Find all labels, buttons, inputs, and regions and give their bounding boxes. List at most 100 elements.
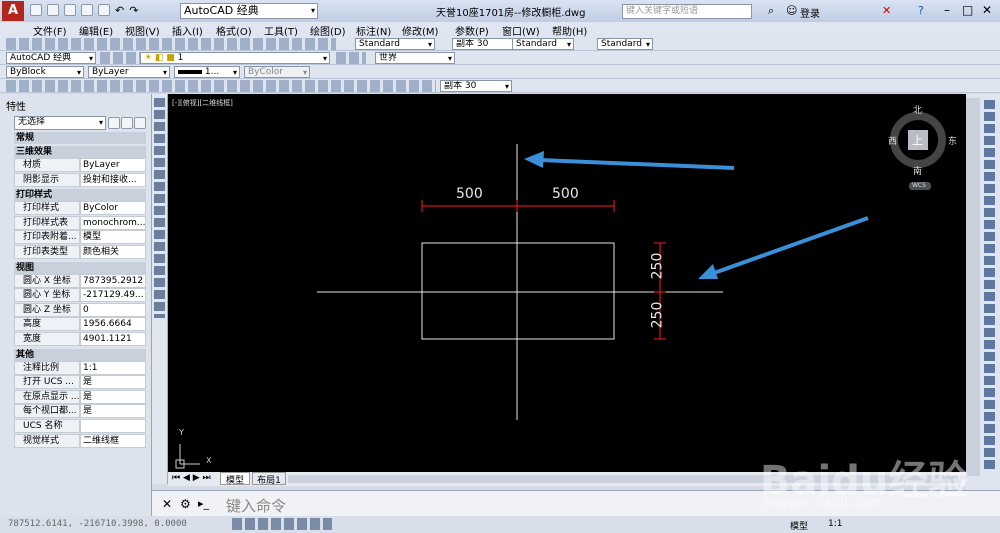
table-style-select[interactable]: Standard (512, 38, 574, 50)
menu-window[interactable]: 窗口(W) (502, 23, 540, 38)
viewcube-south[interactable]: 南 (913, 164, 922, 177)
prop-row[interactable]: 打印样式表 monochrom... (14, 215, 146, 230)
search-input[interactable]: 键入关键字或短语 (622, 4, 752, 19)
prop-value[interactable]: 是 (80, 404, 146, 419)
menu-dimension[interactable]: 标注(N) (356, 23, 391, 38)
command-input[interactable]: 键入命令 (226, 495, 286, 516)
menu-draw[interactable]: 绘图(D) (310, 23, 346, 38)
dimension-buttons[interactable] (6, 80, 436, 92)
saveas-icon[interactable] (81, 4, 93, 16)
model-space-toggle[interactable]: 模型 (790, 519, 808, 532)
prop-value[interactable]: 是 (80, 375, 146, 390)
minimize-icon[interactable]: – (944, 3, 950, 17)
quick-access-icons[interactable]: ↶ ↷ (30, 4, 170, 18)
viewcube-north[interactable]: 北 (913, 103, 922, 116)
print-icon[interactable] (98, 4, 110, 16)
user-icon[interactable]: ☺ (786, 4, 797, 17)
search-icon[interactable]: ⌕ (768, 4, 774, 18)
lineweight-select[interactable]: 1... (174, 66, 240, 78)
menu-modify[interactable]: 修改(M) (402, 23, 438, 38)
quick-select-icon[interactable] (134, 117, 146, 129)
prop-row[interactable]: 每个视口都... 是 (14, 404, 146, 419)
login-link[interactable]: 登录 (800, 5, 820, 20)
prop-value[interactable]: 787395.2912 (80, 273, 146, 288)
prop-row[interactable]: 打印样式 ByColor (14, 201, 146, 216)
prop-row[interactable]: 材质 ByLayer (14, 158, 146, 172)
color-select[interactable]: ByBlock (6, 66, 84, 78)
maximize-icon[interactable]: □ (962, 3, 973, 17)
menu-edit[interactable]: 编辑(E) (79, 23, 113, 38)
prop-row[interactable]: 视觉样式 二维线框 (14, 433, 146, 448)
prop-value[interactable]: 是 (80, 389, 146, 404)
horizontal-scrollbar[interactable] (288, 475, 958, 483)
prop-value[interactable]: 0 (80, 302, 146, 317)
prop-value[interactable]: ByLayer (80, 158, 146, 172)
layer-select[interactable]: ☀ ◧ ■ 1 (140, 52, 330, 64)
prop-section-header[interactable]: 其他 (14, 348, 146, 361)
prop-row[interactable]: 阴影显示 投射和接收... (14, 172, 146, 187)
tab-layout1[interactable]: 布局1 (252, 472, 286, 486)
help-icon[interactable]: ? (918, 4, 924, 17)
viewcube-west[interactable]: 西 (888, 134, 897, 147)
prop-row[interactable]: 打印表附着... 模型 (14, 230, 146, 245)
layer-tool-buttons[interactable] (336, 52, 366, 64)
menu-file[interactable]: 文件(F) (33, 23, 67, 38)
save-icon[interactable] (64, 4, 76, 16)
annotation-scale[interactable]: 1:1 (828, 519, 842, 529)
prop-row[interactable]: 圆心 Y 坐标 -217129.49... (14, 288, 146, 303)
prop-value[interactable]: 颜色相关 (80, 245, 146, 259)
customize-icon[interactable]: ⚙ (180, 497, 191, 511)
prop-row[interactable]: 打开 UCS ... 是 (14, 375, 146, 390)
prop-section-header[interactable]: 常规 (14, 132, 146, 144)
prop-row[interactable]: 圆心 X 坐标 787395.2912 (14, 273, 146, 288)
menu-view[interactable]: 视图(V) (125, 23, 160, 38)
viewcube-top-face[interactable]: 上 (912, 132, 923, 148)
prop-row[interactable]: 宽度 4901.1121 (14, 332, 146, 346)
text-style-select[interactable]: Standard (355, 38, 435, 50)
menu-tools[interactable]: 工具(T) (264, 23, 298, 38)
prop-row[interactable]: UCS 名称 (14, 419, 146, 433)
prop-value[interactable]: 4901.1121 (80, 332, 146, 346)
ucs-select[interactable]: 世界 (375, 52, 455, 64)
drafting-toggles[interactable] (232, 518, 332, 530)
autocad-logo-icon[interactable]: A (2, 1, 24, 21)
tab-model[interactable]: 模型 (220, 472, 250, 486)
new-icon[interactable] (30, 4, 42, 16)
prop-value[interactable]: 投射和接收... (80, 172, 146, 187)
close-icon[interactable]: ✕ (982, 3, 992, 17)
prop-row[interactable]: 在原点显示 ... 是 (14, 389, 146, 404)
select-objects-icon[interactable] (121, 117, 133, 129)
draw-tool-buttons[interactable] (154, 98, 165, 318)
prop-value[interactable]: -217129.49... (80, 288, 146, 303)
prop-row[interactable]: 注释比例 1:1 (14, 360, 146, 375)
prop-section-header[interactable]: 三维效果 (14, 146, 146, 158)
exchange-icon[interactable]: ✕ (882, 4, 891, 17)
tab-nav-icons[interactable]: ⏮ ◀ ▶ ⏭ (172, 473, 211, 483)
open-icon[interactable] (47, 4, 59, 16)
close-cmd-icon[interactable]: ✕ (162, 497, 172, 511)
right-toolbars[interactable] (966, 94, 1000, 516)
prop-value[interactable]: 1:1 (80, 360, 146, 375)
workspace-toolbar-select[interactable]: AutoCAD 经典 (6, 52, 96, 64)
workspace-select[interactable]: AutoCAD 经典 (180, 3, 318, 19)
undo-icon[interactable]: ↶ (115, 4, 124, 18)
menu-insert[interactable]: 插入(I) (172, 23, 203, 38)
linetype-select[interactable]: ByLayer (88, 66, 170, 78)
prop-value[interactable]: 模型 (80, 230, 146, 245)
layer-buttons[interactable] (100, 52, 140, 64)
prop-row[interactable]: 打印表类型 颜色相关 (14, 245, 146, 259)
draw-toolbar[interactable] (152, 94, 168, 484)
vertical-scrollbar[interactable] (966, 98, 980, 476)
mleader-style-select[interactable]: Standard (597, 38, 653, 50)
redo-icon[interactable]: ↷ (129, 4, 138, 18)
toggle-pickadd-icon[interactable] (108, 117, 120, 129)
prop-section-header[interactable]: 视图 (14, 261, 146, 274)
drawing-canvas[interactable]: [-][俯视][二维线框] 500 500 250 250 北 南 东 西 上 … (168, 94, 966, 472)
menu-format[interactable]: 格式(O) (216, 23, 252, 38)
prop-row[interactable]: 高度 1956.6664 (14, 317, 146, 332)
viewcube-east[interactable]: 东 (948, 134, 957, 147)
modify-tool-buttons[interactable] (984, 100, 995, 470)
prop-row[interactable]: 圆心 Z 坐标 0 (14, 302, 146, 317)
prop-section-header[interactable]: 打印样式 (14, 189, 146, 202)
prop-value[interactable]: monochrom... (80, 215, 146, 230)
